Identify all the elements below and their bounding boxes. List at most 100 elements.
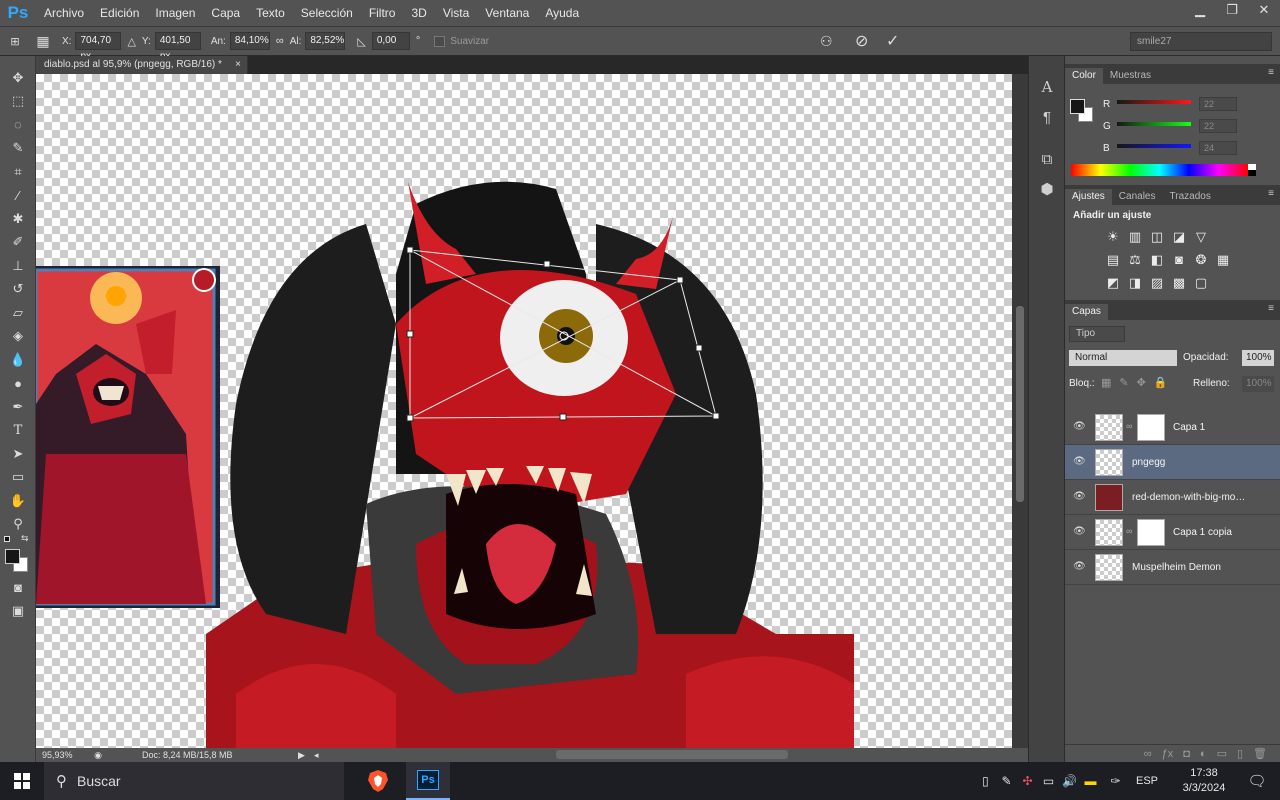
curves-icon[interactable]: ◫	[1149, 229, 1165, 245]
minimize-button[interactable]: ▁	[1184, 0, 1216, 20]
color-lookup-icon[interactable]: ▦	[1215, 252, 1231, 268]
blue-slider[interactable]	[1117, 144, 1191, 148]
layer-row[interactable]: 👁 red-demon-with-big-mouth-...	[1065, 480, 1280, 515]
path-select-tool-icon[interactable]: ➤	[0, 442, 36, 466]
lock-icons[interactable]: ▦✎✥🔒	[1101, 376, 1176, 389]
link-layers-icon[interactable]: ∞	[1144, 748, 1152, 760]
layer-mask-thumbnail[interactable]	[1137, 519, 1165, 546]
zoom-tool-icon[interactable]: ⚲	[0, 513, 36, 537]
menu-texto[interactable]: Texto	[248, 0, 293, 26]
usb-icon[interactable]: ▯	[975, 774, 996, 788]
eye-icon[interactable]: 👁	[1073, 561, 1086, 572]
reference-point-icon[interactable]: ▦	[30, 33, 56, 50]
history-brush-tool-icon[interactable]: ↺	[0, 278, 36, 302]
type-tool-icon[interactable]: T	[0, 419, 36, 443]
transform-tool-icon[interactable]: ⊞	[0, 35, 30, 48]
menu-seleccion[interactable]: Selección	[293, 0, 361, 26]
paint-icon[interactable]: ✎	[996, 774, 1017, 788]
layer-style-icon[interactable]: ƒx	[1162, 748, 1174, 760]
panel-menu-icon[interactable]: ≡	[1268, 67, 1274, 78]
threshold-icon[interactable]: ▨	[1149, 275, 1165, 291]
gradient-map-icon[interactable]: ▩	[1171, 275, 1187, 291]
red-slider[interactable]	[1117, 100, 1191, 104]
network-icon[interactable]: ▭	[1038, 774, 1059, 788]
windows-start-icon[interactable]	[0, 762, 44, 800]
move-tool-icon[interactable]: ✥	[0, 66, 36, 90]
game-icon[interactable]: ✣	[1017, 774, 1038, 788]
default-colors-icon[interactable]	[4, 536, 10, 542]
hand-tool-icon[interactable]: ✋	[0, 489, 36, 513]
layer-mask-thumbnail[interactable]	[1137, 414, 1165, 441]
scroll-left-icon[interactable]: ◂	[314, 750, 319, 761]
character-panel-icon[interactable]: A	[1029, 72, 1065, 102]
foreground-color[interactable]	[5, 549, 20, 564]
add-mask-icon[interactable]: ◘	[1183, 748, 1190, 760]
panel-foreground-color[interactable]	[1070, 99, 1085, 114]
opacity-field[interactable]: 100%	[1242, 350, 1274, 366]
screen-mode-icon[interactable]: ▣	[0, 600, 36, 624]
eyedropper-tool-icon[interactable]: ⁄	[0, 184, 36, 208]
quick-select-tool-icon[interactable]: ✎	[0, 137, 36, 161]
menu-3d[interactable]: 3D	[403, 0, 434, 26]
language-indicator[interactable]: ESP	[1136, 775, 1158, 787]
paragraph-panel-icon[interactable]: ¶	[1029, 102, 1065, 132]
blend-mode-select[interactable]: Normal	[1069, 350, 1177, 366]
eye-icon[interactable]: 👁	[1073, 456, 1086, 467]
menu-capa[interactable]: Capa	[203, 0, 248, 26]
menu-filtro[interactable]: Filtro	[361, 0, 404, 26]
tab-trazados[interactable]: Trazados	[1163, 189, 1218, 205]
commit-transform-icon[interactable]: ✓	[886, 31, 899, 51]
hue-saturation-icon[interactable]: ▤	[1105, 252, 1121, 268]
chain-icon[interactable]: ∞	[1126, 421, 1132, 431]
battery-icon[interactable]: ▬	[1080, 774, 1101, 788]
brush-tool-icon[interactable]: ✐	[0, 231, 36, 255]
new-adjustment-icon[interactable]: ◐	[1200, 748, 1207, 760]
tab-canales[interactable]: Canales	[1112, 189, 1163, 205]
posterize-icon[interactable]: ◨	[1127, 275, 1143, 291]
tab-ajustes[interactable]: Ajustes	[1065, 189, 1112, 205]
notifications-icon[interactable]: 🗨	[1234, 772, 1280, 790]
x-field[interactable]: 704,70 px	[75, 32, 122, 62]
delta-icon[interactable]: △	[127, 35, 135, 48]
new-layer-icon[interactable]: ▯	[1237, 747, 1243, 760]
menu-ayuda[interactable]: Ayuda	[537, 0, 587, 26]
horizontal-scroll-thumb[interactable]	[556, 750, 788, 759]
smooth-checkbox[interactable]	[434, 35, 446, 47]
layer-row-selected[interactable]: 👁 pngegg	[1065, 445, 1280, 480]
new-group-icon[interactable]: ▭	[1217, 747, 1227, 760]
width-field[interactable]: 84,10%	[229, 32, 270, 50]
crop-tool-icon[interactable]: ⌗	[0, 160, 36, 184]
eye-icon[interactable]: 👁	[1073, 491, 1086, 502]
volume-icon[interactable]: 🔊	[1059, 774, 1080, 788]
restore-button[interactable]: ❐	[1216, 0, 1248, 20]
lasso-tool-icon[interactable]: ◌	[0, 113, 36, 137]
layers-menu-icon[interactable]: ≡	[1268, 303, 1274, 314]
tab-muestras[interactable]: Muestras	[1103, 68, 1158, 84]
menu-edicion[interactable]: Edición	[92, 0, 147, 26]
layer-row[interactable]: 👁 Muspelheim Demon	[1065, 550, 1280, 585]
spot-healing-tool-icon[interactable]: ✱	[0, 207, 36, 231]
clock[interactable]: 17:38 3/3/2024	[1174, 766, 1234, 796]
close-button[interactable]: ✕	[1248, 0, 1280, 20]
canvas[interactable]	[36, 74, 1012, 748]
vertical-scrollbar[interactable]	[1012, 74, 1028, 748]
dodge-tool-icon[interactable]: ●	[0, 372, 36, 396]
color-balance-icon[interactable]: ⚖	[1127, 252, 1143, 268]
properties-panel-icon[interactable]: ⧉	[1029, 144, 1065, 174]
green-slider[interactable]	[1117, 122, 1191, 126]
eye-icon[interactable]: 👁	[1073, 526, 1086, 537]
y-field[interactable]: 401,50 px	[154, 32, 201, 62]
stamp-tool-icon[interactable]: ⊥	[0, 254, 36, 278]
fill-field[interactable]: 100%	[1242, 376, 1274, 392]
green-value[interactable]: 22	[1199, 119, 1237, 133]
invert-icon[interactable]: ◩	[1105, 275, 1121, 291]
warp-mode-icon[interactable]: ⚇	[820, 33, 833, 50]
layer-row[interactable]: 👁 ∞ Capa 1 copia	[1065, 515, 1280, 550]
menu-vista[interactable]: Vista	[435, 0, 477, 26]
layer-filter-select[interactable]: Tipo	[1069, 326, 1125, 342]
eye-icon[interactable]: 👁	[1073, 421, 1086, 432]
photo-filter-icon[interactable]: ◙	[1171, 252, 1187, 268]
zoom-level[interactable]: 95,93%	[42, 750, 88, 760]
vertical-scroll-thumb[interactable]	[1016, 306, 1024, 502]
height-field[interactable]: 82,52%	[305, 32, 346, 50]
